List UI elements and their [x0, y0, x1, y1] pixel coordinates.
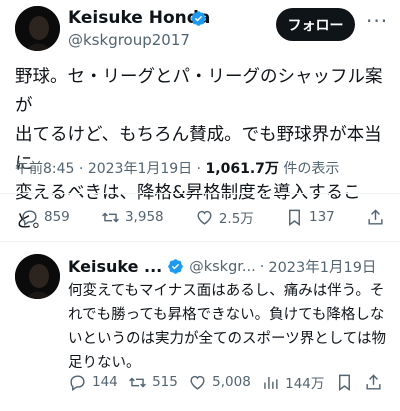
reply-date[interactable]: 2023年1月19日	[268, 256, 376, 277]
bookmark-count: 137	[308, 209, 335, 225]
divider	[0, 241, 400, 242]
heart-icon	[190, 375, 205, 390]
heart-icon	[197, 210, 212, 225]
bookmark-button[interactable]: 137	[285, 208, 335, 227]
meta-separator: ·	[196, 161, 202, 177]
author-avatar[interactable]	[15, 6, 60, 51]
bookmark-button[interactable]	[335, 373, 354, 392]
more-options-icon[interactable]: ···	[366, 9, 388, 33]
views-button[interactable]: 144万	[261, 372, 324, 392]
reply-icon	[22, 209, 37, 226]
share-button[interactable]	[366, 208, 385, 227]
share-icon	[368, 208, 383, 225]
reply-author-handle[interactable]: @kskgr...	[189, 259, 256, 275]
reply-author-name[interactable]: Keisuke ...	[68, 257, 162, 276]
reply-author-avatar[interactable]	[15, 254, 60, 299]
views-chart-icon	[264, 376, 278, 389]
view-count: 1,061.7万	[205, 161, 279, 177]
tweet-text-line: 野球。セ・リーグとパ・リーグのシャッフル案が	[15, 67, 383, 116]
tweet-time[interactable]: 午前8:45	[15, 161, 74, 177]
verified-badge-icon	[168, 259, 183, 274]
views-count: 144万	[285, 376, 325, 392]
reply-header: Keisuke ... @kskgr... · 2023年1月19日	[68, 256, 398, 277]
reply-button[interactable]: 859	[20, 208, 70, 227]
reply-text: 何変えてもマイナス面はあるし、痛みは伴う。そ れでも勝っても昇格できない。負けて…	[68, 279, 396, 375]
retweet-count: 515	[152, 374, 178, 390]
like-count: 2.5万	[218, 211, 254, 227]
meta-separator: ·	[259, 258, 265, 275]
share-button[interactable]	[364, 373, 383, 392]
meta-separator: ·	[78, 161, 84, 177]
reply-button[interactable]: 144	[68, 373, 118, 392]
like-button[interactable]: 2.5万	[195, 207, 254, 227]
like-count: 5,008	[212, 374, 251, 390]
reply-icon	[70, 374, 85, 391]
verified-badge-icon	[191, 11, 206, 26]
share-icon	[366, 373, 381, 390]
reply-count: 144	[92, 374, 118, 390]
reply-count: 859	[44, 209, 70, 225]
tweet-meta: 午前8:45 · 2023年1月19日 · 1,061.7万 件の表示	[15, 158, 339, 178]
like-button[interactable]: 5,008	[188, 373, 251, 392]
divider	[0, 193, 400, 194]
view-count-label: 件の表示	[283, 161, 340, 177]
bookmark-icon	[338, 374, 350, 391]
reply-actions: 144 515 5,008 144万	[68, 372, 383, 392]
retweet-icon	[129, 377, 146, 387]
reply-text-line: いというのは実力が全てのスポーツ界としては物	[68, 331, 386, 347]
bookmark-icon	[289, 209, 300, 226]
tweet-date[interactable]: 2023年1月19日	[88, 161, 192, 177]
retweet-button[interactable]: 515	[128, 373, 178, 392]
tweet-actions: 859 3,958 2.5万 137	[20, 207, 385, 227]
reply-text-line: れでも勝っても昇格できない。負けても降格しな	[68, 307, 385, 323]
retweet-button[interactable]: 3,958	[101, 208, 164, 227]
reply-text-line: 何変えてもマイナス面はあるし、痛みは伴う。そ	[68, 283, 385, 299]
follow-button[interactable]: フォロー	[276, 8, 355, 41]
retweet-count: 3,958	[124, 209, 164, 225]
author-handle[interactable]: @kskgroup2017	[68, 31, 190, 49]
retweet-icon	[102, 212, 119, 222]
